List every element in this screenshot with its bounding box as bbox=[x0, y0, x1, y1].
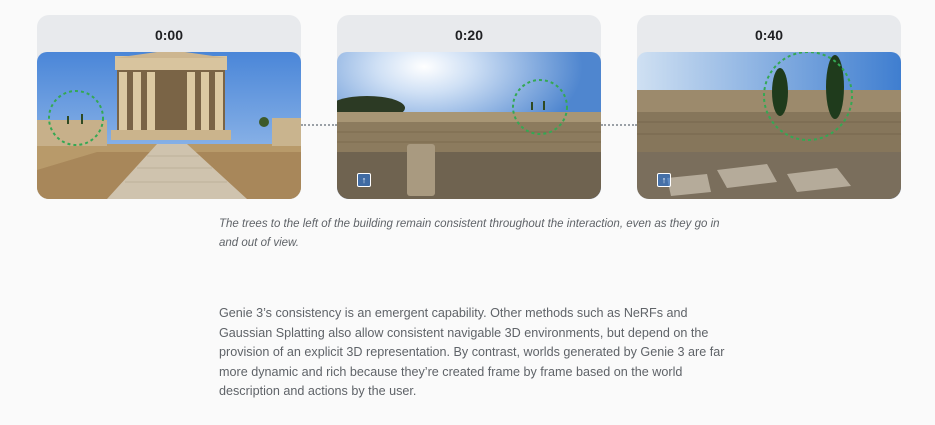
frame-image-ruins-trees: ↑ bbox=[637, 52, 901, 199]
timestamp-label: 0:40 bbox=[754, 27, 784, 43]
timestamp-label: 0:00 bbox=[154, 27, 184, 43]
frame-card-1: 0:20 ↑ bbox=[337, 15, 601, 199]
frame-image-ruins-sun: ↑ bbox=[337, 52, 601, 199]
upload-icon: ↑ bbox=[357, 173, 371, 187]
timeline-connector bbox=[601, 124, 637, 126]
figure-caption: The trees to the left of the building re… bbox=[219, 218, 720, 249]
frame-image-parthenon-front bbox=[37, 52, 301, 199]
body-paragraph: Genie 3’s consistency is an emergent cap… bbox=[219, 306, 725, 399]
frame-card-0: 0:00 bbox=[37, 15, 301, 199]
timestamp-label: 0:20 bbox=[454, 27, 484, 43]
upload-icon: ↑ bbox=[657, 173, 671, 187]
timeline-connector bbox=[301, 124, 337, 126]
frame-card-2: 0:40 ↑ bbox=[637, 15, 901, 199]
